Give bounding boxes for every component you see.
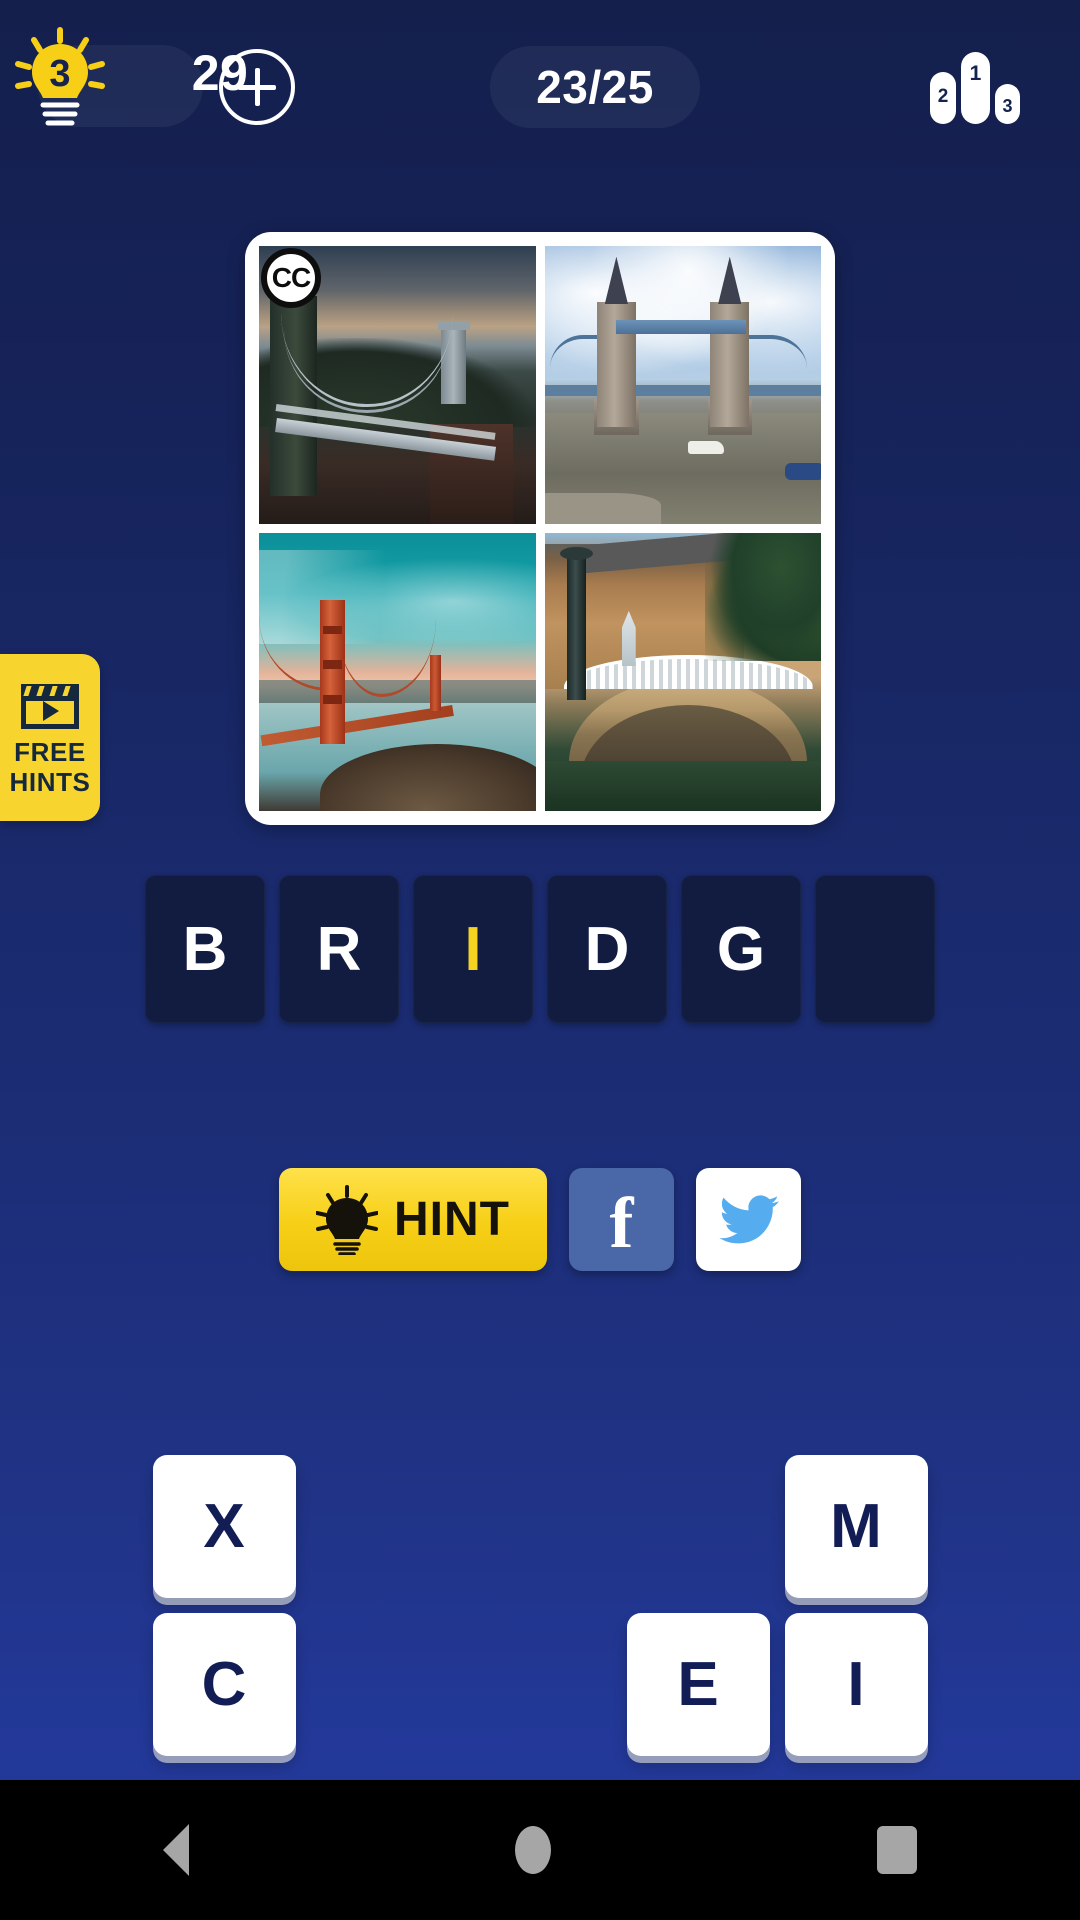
puzzle-image-3[interactable]	[259, 533, 536, 811]
recents-square-icon[interactable]	[877, 1826, 917, 1874]
letter-tile-M[interactable]: M	[784, 1455, 928, 1598]
hint-button[interactable]: HINT	[279, 1168, 547, 1271]
android-navigation-bar	[0, 1780, 1080, 1920]
letter-tile-C[interactable]: C	[152, 1613, 296, 1756]
facebook-icon: f	[609, 1183, 634, 1264]
video-clapperboard-icon	[21, 684, 79, 730]
letter-tile-E[interactable]: E	[626, 1613, 770, 1756]
letter-tile-X[interactable]: X	[152, 1455, 296, 1598]
puzzle-image-4[interactable]	[544, 533, 821, 811]
puzzle-image-card: CC	[245, 232, 835, 825]
podium-icon[interactable]: 2 1 3	[930, 52, 1040, 124]
podium-place-2: 2	[930, 72, 956, 124]
action-row: HINT f	[0, 1168, 1080, 1271]
progress-label: 23/25	[536, 61, 654, 113]
free-hints-button[interactable]: FREE HINTS	[0, 654, 100, 821]
puzzle-image-grid	[259, 246, 821, 811]
facebook-share-button[interactable]: f	[569, 1168, 674, 1271]
back-triangle-icon[interactable]	[163, 1824, 189, 1876]
answer-slot-4[interactable]: D	[547, 875, 667, 1023]
game-screen: 3 29 23/25 2 1 3 CC FREE HINTS B R I D G…	[0, 0, 1080, 1920]
creative-commons-icon[interactable]: CC	[261, 248, 321, 308]
podium-place-3: 3	[995, 84, 1020, 124]
progress-pill: 23/25	[490, 46, 700, 128]
answer-slot-3[interactable]: I	[413, 875, 533, 1023]
hint-button-label: HINT	[394, 1193, 510, 1246]
answer-slots: BRIDG	[0, 875, 1080, 1023]
answer-slot-2[interactable]: R	[279, 875, 399, 1023]
answer-slot-1[interactable]: B	[145, 875, 265, 1023]
twitter-share-button[interactable]	[696, 1168, 801, 1271]
puzzle-image-2[interactable]	[544, 246, 821, 524]
free-hints-label-line1: FREE	[14, 737, 86, 768]
hint-bulb-badge: 3	[49, 53, 70, 95]
plus-icon[interactable]	[219, 49, 295, 125]
lightbulb-icon	[315, 1184, 379, 1256]
letter-tile-I[interactable]: I	[784, 1613, 928, 1756]
home-circle-icon[interactable]	[515, 1826, 551, 1874]
podium-place-1: 1	[961, 52, 990, 124]
answer-slot-6[interactable]	[815, 875, 935, 1023]
lightbulb-icon: 3	[12, 24, 108, 134]
twitter-bird-icon	[718, 1194, 779, 1243]
top-bar: 3 29 23/25 2 1 3	[0, 0, 1080, 180]
letter-tile-tray: X M C EI	[0, 1455, 1080, 1756]
answer-slot-5[interactable]: G	[681, 875, 801, 1023]
free-hints-label-line2: HINTS	[9, 766, 91, 797]
